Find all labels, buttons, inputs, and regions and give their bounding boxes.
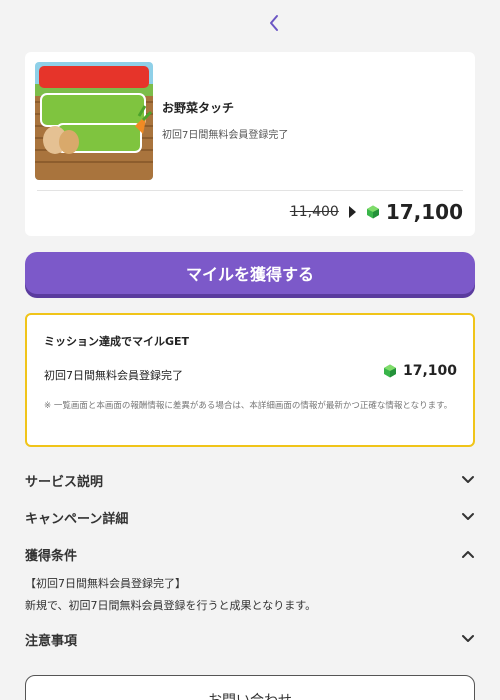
old-price: 11,400 [289, 204, 339, 220]
divider [37, 190, 463, 191]
price-row: 11,400 17,100 [290, 198, 463, 226]
back-button[interactable] [263, 12, 285, 34]
mission-reward-value: 17,100 [402, 363, 457, 379]
accordion-title: サービス説明 [25, 474, 104, 490]
app-name: お野菜タッチ [162, 101, 235, 115]
accordion-title: 注意事項 [25, 633, 78, 649]
gem-icon [366, 205, 379, 219]
contact-button[interactable]: お問い合わせ [25, 675, 475, 700]
condition-heading: 【初回7日間無料会員登録完了】 [25, 577, 186, 590]
accordion-title: キャンペーン詳細 [25, 511, 129, 527]
chevron-up-icon [462, 551, 474, 558]
app-description: 初回7日間無料会員登録完了 [162, 130, 289, 141]
new-price: 17,100 [385, 200, 463, 224]
mission-title: ミッション達成でマイルGET [44, 335, 190, 348]
mission-reward: 17,100 [383, 363, 457, 379]
chevron-left-icon [270, 15, 278, 31]
offer-card: お野菜タッチ 初回7日間無料会員登録完了 11,400 17,100 [25, 52, 475, 236]
mission-condition: 初回7日間無料会員登録完了 [44, 369, 183, 382]
accordion-notes[interactable]: 注意事項 [25, 626, 475, 652]
chevron-down-icon [462, 635, 474, 642]
accordion-title: 獲得条件 [25, 548, 78, 564]
accordion-conditions[interactable]: 獲得条件 [25, 541, 475, 567]
gem-icon [383, 364, 396, 378]
chevron-down-icon [462, 513, 474, 520]
accordion-campaign[interactable]: キャンペーン詳細 [25, 504, 475, 530]
condition-text: 新規で、初回7日間無料会員登録を行うと成果となります。 [25, 599, 317, 612]
accordion-service[interactable]: サービス説明 [25, 467, 475, 493]
app-thumbnail [35, 62, 153, 180]
get-miles-button[interactable]: マイルを獲得する [25, 252, 475, 294]
mission-box: ミッション達成でマイルGET 初回7日間無料会員登録完了 17,100 ※ 一覧… [25, 313, 475, 447]
mission-note: ※ 一覧画面と本画面の報酬情報に差異がある場合は、本詳細画面の情報が最新かつ正確… [44, 401, 453, 411]
triangle-right-icon [348, 206, 356, 218]
chevron-down-icon [462, 476, 474, 483]
